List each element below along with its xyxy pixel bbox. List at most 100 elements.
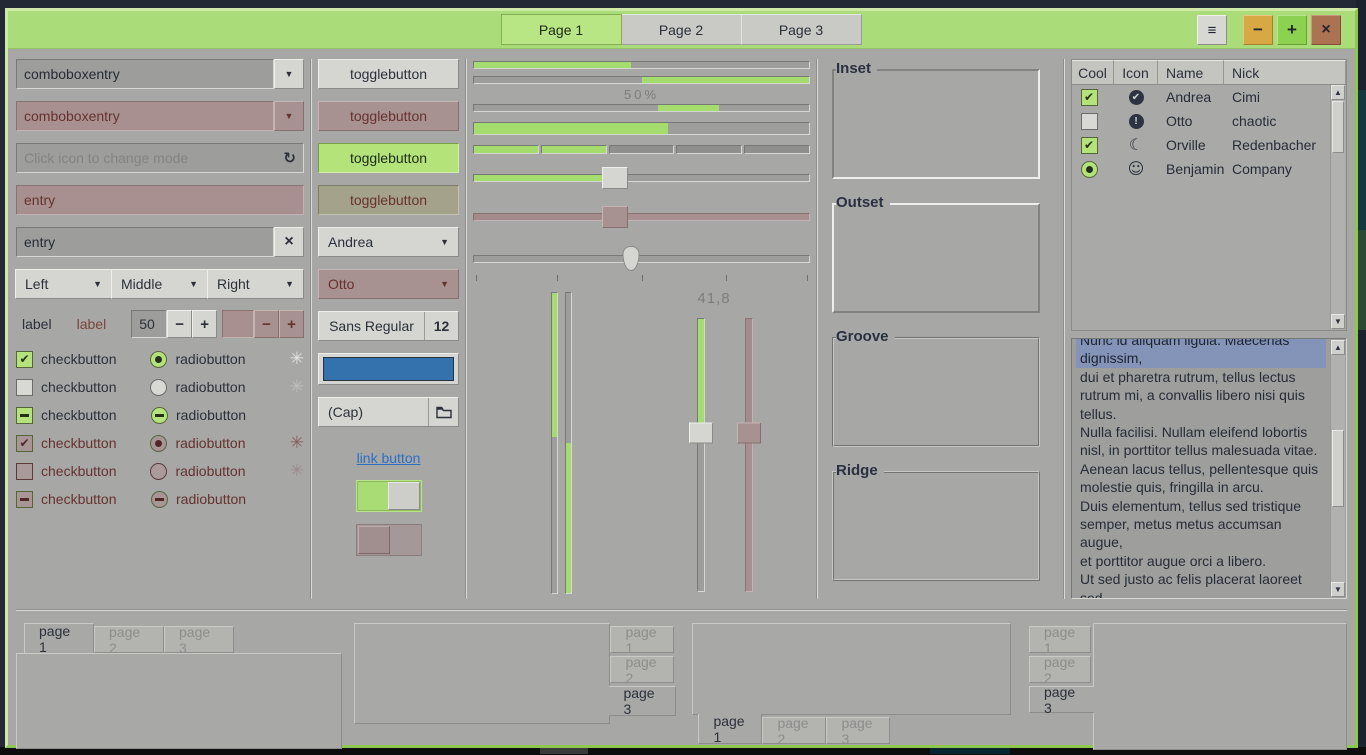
scroll-up-button[interactable]: ▲ bbox=[1331, 340, 1345, 355]
nb-right-tab-page3[interactable]: page 3 bbox=[609, 686, 676, 716]
comboboxentry-dropdown-button[interactable]: ▼ bbox=[274, 59, 304, 89]
font-button[interactable]: Sans Regular 12 bbox=[318, 311, 459, 341]
refresh-icon[interactable]: ↻ bbox=[283, 149, 296, 167]
nb-bottom-tab-page2[interactable]: page 2 bbox=[762, 717, 826, 744]
dropdown-left[interactable]: Left▼ bbox=[15, 269, 112, 299]
clear-entry-button[interactable]: × bbox=[274, 227, 304, 257]
spinbutton-disabled: − + bbox=[222, 310, 304, 338]
column-entries: ▼ ▼ ↻ bbox=[16, 59, 304, 599]
selected-text-line: Nunc id aliquam ligula. Maecenas digniss… bbox=[1076, 338, 1326, 368]
row-checkbox-checked[interactable]: ✔ bbox=[1081, 89, 1098, 106]
scroll-up-button[interactable]: ▲ bbox=[1331, 85, 1345, 100]
column-header-nick[interactable]: Nick bbox=[1224, 60, 1346, 85]
entry-input[interactable] bbox=[24, 234, 266, 250]
scale-handle bbox=[602, 206, 628, 228]
nb-bottom-tab-page1[interactable]: page 1 bbox=[698, 714, 762, 744]
togglebutton-active[interactable]: togglebutton bbox=[318, 143, 459, 173]
dropdown-middle[interactable]: Middle▼ bbox=[111, 269, 208, 299]
nb-left-tab-page1[interactable]: page 1 bbox=[1029, 626, 1091, 653]
text-line: tellus. bbox=[1080, 405, 1322, 423]
spin-plus-button[interactable]: + bbox=[192, 310, 217, 338]
maximize-button[interactable]: + bbox=[1277, 15, 1307, 45]
column-header-icon[interactable]: Icon bbox=[1114, 60, 1158, 85]
radio-checked[interactable] bbox=[150, 351, 167, 368]
comboboxentry-input[interactable] bbox=[24, 66, 266, 82]
text-line: nisl, in porttitor tellus malesuada vita… bbox=[1080, 441, 1322, 459]
row-radio-checked[interactable] bbox=[1081, 161, 1098, 178]
vprogressbar-inverted bbox=[565, 292, 572, 594]
window-controls: ≡ − + × bbox=[1197, 15, 1341, 45]
scroll-down-button[interactable]: ▼ bbox=[1331, 314, 1345, 329]
checkbutton-label: checkbutton bbox=[41, 351, 150, 367]
comboboxentry[interactable] bbox=[16, 59, 274, 89]
smiley-face-icon: ☺ bbox=[1128, 161, 1145, 177]
hscale-with-marks[interactable] bbox=[473, 246, 810, 272]
scrollbar-thumb[interactable] bbox=[1332, 430, 1344, 507]
chevron-down-icon: ▼ bbox=[285, 70, 294, 79]
combobox-name-disabled: Otto▼ bbox=[318, 269, 459, 299]
scrollbar-thumb[interactable] bbox=[1332, 101, 1344, 153]
scale-marks bbox=[473, 274, 810, 282]
tree-scrollbar[interactable]: ▲ ▼ bbox=[1330, 85, 1345, 329]
checkbutton-label: checkbutton bbox=[41, 379, 150, 395]
dropdown-right[interactable]: Right▼ bbox=[207, 269, 304, 299]
minimize-button[interactable]: − bbox=[1243, 15, 1273, 45]
table-row[interactable]: ☺ Benjamin Company bbox=[1072, 157, 1346, 181]
textview[interactable]: Nunc id aliquam ligula. Maecenas digniss… bbox=[1071, 338, 1347, 599]
switch-on[interactable] bbox=[356, 480, 422, 512]
table-row[interactable]: ✔ ✔ Andrea Cimi bbox=[1072, 85, 1346, 109]
link-button[interactable]: link button bbox=[318, 450, 459, 466]
mode-entry[interactable]: ↻ bbox=[16, 143, 304, 173]
hamburger-menu-button[interactable]: ≡ bbox=[1197, 15, 1227, 45]
scale-handle[interactable] bbox=[602, 167, 628, 189]
togglebutton-normal[interactable]: togglebutton bbox=[318, 59, 459, 89]
row-checkbox-unchecked[interactable] bbox=[1081, 113, 1098, 130]
vscale[interactable] bbox=[688, 318, 714, 592]
hamburger-icon: ≡ bbox=[1208, 22, 1217, 39]
scale-pin-handle[interactable] bbox=[623, 246, 640, 271]
close-button[interactable]: × bbox=[1311, 15, 1341, 45]
column-header-cool[interactable]: Cool bbox=[1072, 60, 1114, 85]
textview-scrollbar[interactable]: ▲ ▼ bbox=[1330, 340, 1345, 597]
frame-label: Groove bbox=[836, 328, 895, 345]
entry-with-clear[interactable] bbox=[16, 227, 274, 257]
nb-left-tab-page2[interactable]: page 2 bbox=[1029, 656, 1091, 683]
file-chooser-button[interactable]: (Cap) bbox=[318, 397, 459, 427]
check-radio-row: checkbutton radiobutton ✳ bbox=[16, 373, 304, 401]
frame-outset: Outset bbox=[832, 203, 1040, 313]
nb-bottom-tab-page3[interactable]: page 3 bbox=[826, 717, 890, 744]
scroll-down-button[interactable]: ▼ bbox=[1331, 582, 1345, 597]
scale-handle[interactable] bbox=[689, 423, 713, 444]
nb-left-tab-page3[interactable]: page 3 bbox=[1029, 686, 1094, 713]
column-header-name[interactable]: Name bbox=[1158, 60, 1224, 85]
spinbutton-value[interactable]: 50 bbox=[131, 310, 167, 338]
check-radio-row-disabled: checkbutton radiobutton ✳ bbox=[16, 457, 304, 485]
nb-right-tab-page2[interactable]: page 2 bbox=[610, 656, 674, 683]
vscale-value-label: 41,8 bbox=[668, 290, 760, 307]
radio-unchecked[interactable] bbox=[150, 379, 167, 396]
table-row[interactable]: ! Otto chaotic bbox=[1072, 109, 1346, 133]
notebooks-section: page 1 page 2 page 3 page 1 page 2 page … bbox=[16, 609, 1347, 750]
nb-top-tab-page2[interactable]: page 2 bbox=[94, 626, 164, 653]
checkbox-unchecked[interactable] bbox=[16, 379, 33, 396]
row-checkbox-checked[interactable]: ✔ bbox=[1081, 137, 1098, 154]
tab-page-1[interactable]: Page 1 bbox=[501, 14, 622, 45]
nb-top-tab-page1[interactable]: page 1 bbox=[24, 623, 94, 653]
tab-page-3[interactable]: Page 3 bbox=[741, 14, 862, 45]
hscale[interactable] bbox=[473, 165, 810, 191]
nb-right-tab-page1[interactable]: page 1 bbox=[610, 626, 674, 653]
chevron-down-icon: ▼ bbox=[93, 280, 102, 289]
tab-page-2[interactable]: Page 2 bbox=[621, 14, 742, 45]
combobox-name[interactable]: Andrea▼ bbox=[318, 227, 459, 257]
checkbox-checked[interactable]: ✔ bbox=[16, 351, 33, 368]
checkbox-mixed[interactable] bbox=[16, 407, 33, 424]
color-button[interactable] bbox=[318, 353, 459, 385]
radio-mixed[interactable] bbox=[151, 407, 168, 424]
column-separator bbox=[1063, 59, 1065, 599]
nb-top-tab-page3[interactable]: page 3 bbox=[164, 626, 234, 653]
cell-nick: chaotic bbox=[1224, 113, 1346, 129]
exclamation-circle-icon: ! bbox=[1129, 114, 1144, 129]
mode-entry-input[interactable] bbox=[24, 150, 277, 166]
spin-minus-button[interactable]: − bbox=[167, 310, 192, 338]
table-row[interactable]: ✔ ☾ Orville Redenbacher bbox=[1072, 133, 1346, 157]
